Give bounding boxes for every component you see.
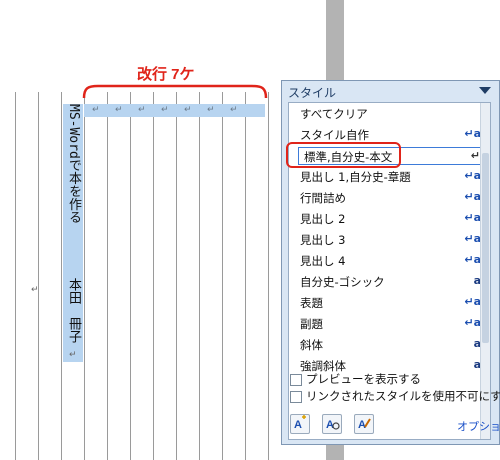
- column-guide: [222, 92, 223, 460]
- paragraph-mark: ↵: [138, 105, 146, 115]
- style-item[interactable]: 自分史-ゴシック a: [292, 273, 487, 291]
- styles-pane-title: スタイル: [288, 86, 337, 100]
- selected-paragraph-marks: [84, 104, 265, 117]
- paragraph-style-icon: ↵: [470, 149, 480, 162]
- style-item[interactable]: 表題 ↵a: [292, 294, 487, 312]
- column-guide: [199, 92, 200, 460]
- linked-style-icon: ↵a: [464, 127, 481, 140]
- svg-text:A: A: [358, 419, 366, 431]
- new-style-button[interactable]: A: [290, 414, 310, 434]
- column-guide: [176, 92, 177, 460]
- disable-linked-checkbox[interactable]: [290, 390, 302, 403]
- style-item[interactable]: 斜体 a: [292, 336, 487, 354]
- show-preview-checkbox[interactable]: [290, 373, 302, 386]
- column-guide: [15, 92, 16, 460]
- paragraph-mark: ↵: [115, 105, 123, 115]
- linked-style-icon: ↵a: [464, 190, 481, 203]
- show-preview-option[interactable]: プレビューを表示する: [290, 371, 421, 387]
- style-item[interactable]: 副題 ↵a: [292, 315, 487, 333]
- paragraph-mark: ↵: [184, 105, 192, 115]
- column-guide: [130, 92, 131, 460]
- style-item[interactable]: 行間詰め ↵a: [292, 189, 487, 207]
- column-guide: [245, 92, 246, 460]
- linked-style-icon: ↵a: [464, 232, 481, 245]
- column-guide: [61, 92, 62, 460]
- highlight-box: [286, 142, 401, 168]
- linked-style-icon: ↵a: [464, 295, 481, 308]
- style-item[interactable]: 見出し 2 ↵a: [292, 210, 487, 228]
- disable-linked-option[interactable]: リンクされたスタイルを使用不可にする: [290, 388, 500, 404]
- chevron-down-icon[interactable]: [479, 87, 491, 95]
- style-item[interactable]: 見出し 3 ↵a: [292, 231, 487, 249]
- column-guide: [153, 92, 154, 460]
- linked-style-icon: ↵a: [464, 253, 481, 266]
- manage-styles-icon: A: [358, 418, 371, 431]
- styles-pane[interactable]: スタイル すべてクリア スタイル自作 ↵a 標準,自分史-本文 ↵ 見出し 1,…: [281, 80, 500, 445]
- paragraph-mark: ↵: [207, 105, 215, 115]
- column-guide: [107, 92, 108, 460]
- linked-style-icon: ↵a: [464, 316, 481, 329]
- options-link[interactable]: オプション: [457, 418, 500, 434]
- style-item[interactable]: 見出し 4 ↵a: [292, 252, 487, 270]
- style-inspector-button[interactable]: A: [322, 414, 342, 434]
- book-title-vertical: MS-Wordで本を作る: [66, 104, 81, 224]
- linked-style-icon: ↵a: [464, 169, 481, 182]
- author-name-vertical: 本田 冊子: [66, 278, 81, 343]
- paragraph-mark: ↵: [69, 350, 77, 360]
- paragraph-mark: ↵: [31, 285, 39, 295]
- column-guide: [84, 92, 85, 460]
- manage-styles-button[interactable]: A: [354, 414, 374, 434]
- svg-text:A: A: [294, 419, 302, 431]
- scrollbar-thumb[interactable]: [482, 153, 489, 343]
- style-item[interactable]: 見出し 1,自分史-章題 ↵a: [292, 168, 487, 186]
- annotation-label: 改行 7ケ: [137, 66, 195, 83]
- column-guide: [38, 92, 39, 460]
- new-style-icon: A: [294, 415, 306, 431]
- paragraph-mark: ↵: [161, 105, 169, 115]
- column-guide: [268, 92, 269, 460]
- paragraph-mark: ↵: [92, 105, 100, 115]
- linked-style-icon: ↵a: [464, 211, 481, 224]
- document-page[interactable]: ↵ ↵ ↵ ↵ ↵ ↵ ↵ MS-Wordで本を作る 本田 冊子 ↵ ↵ 改行 …: [0, 0, 326, 460]
- paragraph-mark: ↵: [230, 105, 238, 115]
- style-item[interactable]: すべてクリア: [292, 105, 487, 123]
- style-inspector-icon: A: [326, 419, 340, 431]
